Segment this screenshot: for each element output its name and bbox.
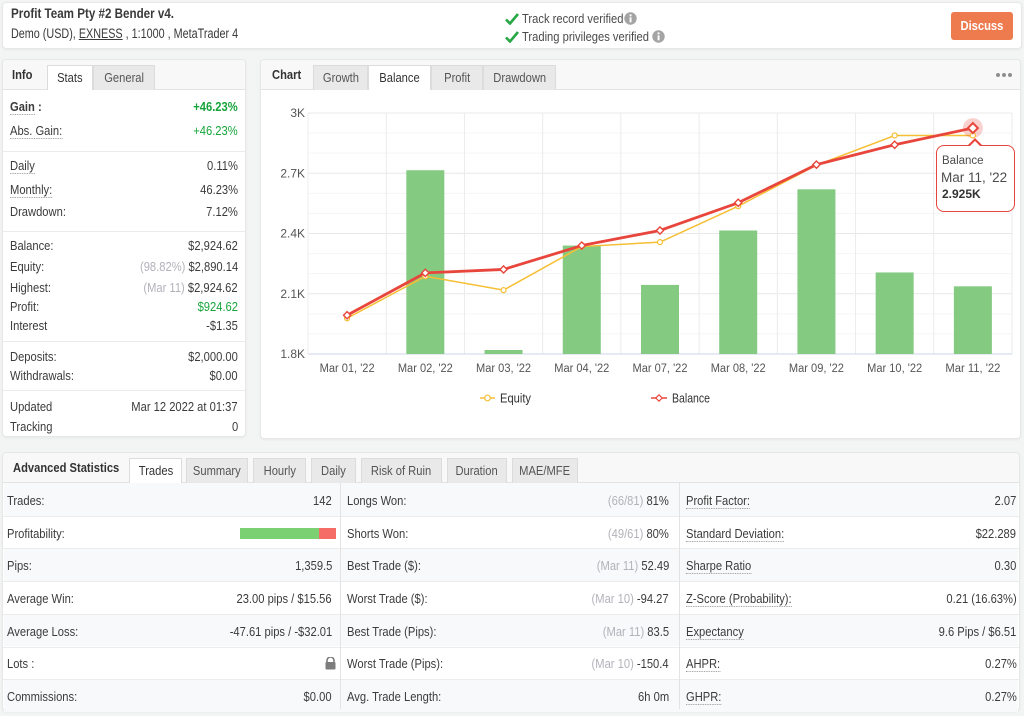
svg-text:Mar 11, '22: Mar 11, '22 [945,363,1000,375]
svg-text:Mar 02, '22: Mar 02, '22 [398,363,453,375]
svg-text:Mar 07, '22: Mar 07, '22 [632,363,687,375]
svg-text:Mar 03, '22: Mar 03, '22 [476,363,531,375]
svg-text:Mar 04, '22: Mar 04, '22 [554,363,609,375]
svg-text:Mar 01, '22: Mar 01, '22 [320,363,375,375]
svg-text:3K: 3K [290,106,305,120]
svg-text:2.1K: 2.1K [280,287,305,301]
svg-text:2.4K: 2.4K [280,227,305,241]
svg-text:Balance: Balance [672,391,710,406]
svg-text:Mar 09, '22: Mar 09, '22 [789,363,844,375]
svg-text:Mar 10, '22: Mar 10, '22 [867,363,922,375]
svg-text:Equity: Equity [500,391,531,406]
svg-text:2.7K: 2.7K [280,166,305,180]
svg-text:1.8K: 1.8K [280,347,305,361]
svg-text:Mar 08, '22: Mar 08, '22 [711,363,766,375]
